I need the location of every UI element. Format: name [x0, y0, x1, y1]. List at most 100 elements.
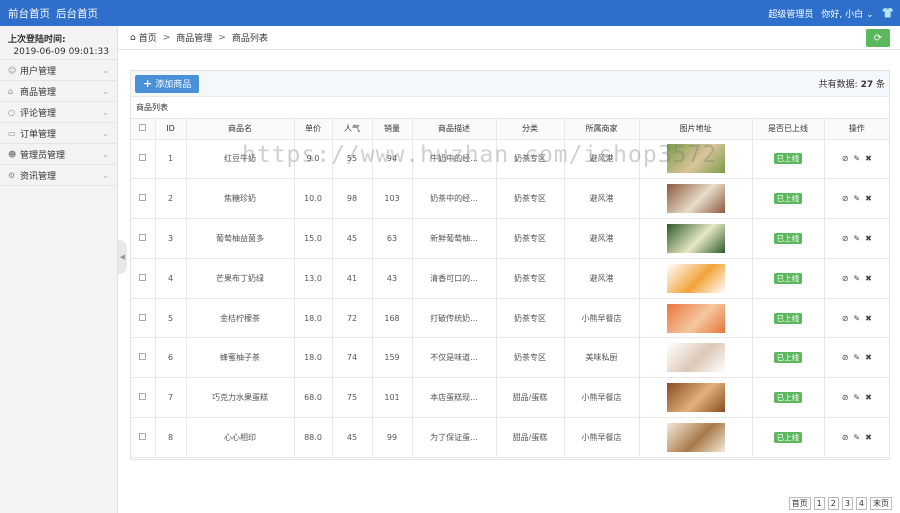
edit-pencil-icon[interactable]: ✎ [853, 194, 860, 203]
toggle-status-icon[interactable]: ⊘ [842, 234, 849, 243]
toggle-status-icon[interactable]: ⊘ [842, 433, 849, 442]
chevron-down-icon: ⌄ [866, 9, 874, 20]
front-home-link[interactable]: 前台首页 [8, 6, 50, 21]
cell-status: 已上线 [752, 417, 825, 458]
delete-trash-icon[interactable]: ✖ [865, 314, 872, 323]
cell-desc: 牛奶中的经... [412, 139, 497, 180]
cell-actions: ⊘ ✎ ✖ [824, 377, 889, 419]
delete-trash-icon[interactable]: ✖ [865, 234, 872, 243]
column-header: 单价 [294, 119, 333, 140]
sidebar-item-label: 订单管理 [20, 129, 57, 140]
status-badge: 已上线 [773, 392, 803, 404]
sidebar-item-3[interactable]: ▭ 订单管理 ⌄ [0, 123, 117, 144]
table-row: 2 焦糖珍奶 10.0 98 103 奶茶中的经... 奶茶专区 避风港 已上线 ⊘ ✎ ✖ [131, 178, 889, 220]
chevron-down-icon: ⌄ [102, 128, 109, 138]
row-actions: ⊘ ✎ ✖ [825, 234, 890, 243]
delete-trash-icon[interactable]: ✖ [865, 194, 872, 203]
sidebar-collapse-handle[interactable]: ◀ [118, 240, 127, 274]
row-checkbox[interactable] [139, 353, 147, 361]
cell-name: 巧克力水果蛋糕 [186, 377, 295, 419]
cell-id: 1 [155, 139, 187, 180]
cell-name: 红豆牛奶 [186, 139, 295, 180]
refresh-button[interactable]: ⟳ [866, 29, 890, 47]
breadcrumb-home[interactable]: 首页 [139, 31, 157, 44]
delete-trash-icon[interactable]: ✖ [865, 274, 872, 283]
product-thumbnail [666, 223, 725, 253]
user-menu[interactable]: 你好, 小白 ⌄ [821, 7, 873, 20]
row-checkbox[interactable] [139, 233, 147, 241]
edit-pencil-icon[interactable]: ✎ [853, 314, 860, 323]
row-actions: ⊘ ✎ ✖ [825, 353, 890, 362]
cell-image [639, 337, 753, 379]
row-checkbox[interactable] [139, 313, 147, 321]
toggle-status-icon[interactable]: ⊘ [842, 154, 849, 163]
cell-cat: 甜品/蛋糕 [496, 377, 565, 419]
triangle-left-icon: ◀ [119, 253, 126, 261]
sidebar-item-2[interactable]: ○ 评论管理 ⌄ [0, 102, 117, 123]
edit-pencil-icon[interactable]: ✎ [853, 274, 860, 283]
cell-id: 6 [155, 337, 187, 379]
pager-item-3[interactable]: 3 [841, 497, 853, 510]
tshirt-icon[interactable]: 👕 [882, 8, 894, 19]
table-row: 4 芒果布丁奶绿 13.0 41 43 清香可口的... 奶茶专区 避风港 已上线 ⊘ ✎ ✖ [131, 258, 889, 299]
sidebar-item-0[interactable]: ☺ 用户管理 ⌄ [0, 60, 117, 81]
cell-pop: 72 [332, 298, 373, 339]
toggle-status-icon[interactable]: ⊘ [842, 353, 849, 362]
cell-price: 9.0 [294, 139, 333, 180]
add-goods-button[interactable]: + 添加商品 [135, 74, 200, 93]
cell-sales: 63 [372, 218, 413, 259]
edit-pencil-icon[interactable]: ✎ [853, 433, 860, 442]
cell-cat: 奶茶专区 [496, 298, 565, 339]
cell-image [639, 218, 753, 259]
sidebar-item-1[interactable]: ⌂ 商品管理 ⌄ [0, 81, 117, 102]
delete-trash-icon[interactable]: ✖ [865, 353, 872, 362]
sidebar: 上次登陆时间: 2019-06-09 09:01:33 ☺ 用户管理 ⌄ ⌂ 商品管理 ⌄… [0, 26, 118, 513]
delete-trash-icon[interactable]: ✖ [865, 433, 872, 442]
cell-pop: 55 [332, 139, 373, 180]
row-checkbox[interactable] [139, 393, 147, 401]
edit-pencil-icon[interactable]: ✎ [853, 353, 860, 362]
column-header: 图片地址 [639, 119, 753, 140]
delete-trash-icon[interactable]: ✖ [865, 154, 872, 163]
pager-item-0[interactable]: 首页 [788, 497, 811, 510]
select-all-checkbox[interactable] [139, 124, 147, 132]
cell-id: 4 [155, 258, 187, 299]
toggle-status-icon[interactable]: ⊘ [842, 393, 849, 402]
toggle-status-icon[interactable]: ⊘ [842, 314, 849, 323]
cell-name: 焦糖珍奶 [186, 178, 295, 220]
pager-item-5[interactable]: 末页 [870, 497, 892, 510]
edit-pencil-icon[interactable]: ✎ [853, 154, 860, 163]
row-checkbox[interactable] [139, 194, 147, 202]
row-select-cell [131, 218, 156, 259]
chevron-down-icon: ⌄ [102, 86, 109, 96]
cell-price: 15.0 [294, 218, 333, 259]
sidebar-item-5[interactable]: ⚙ 资讯管理 ⌄ [0, 165, 117, 186]
pager-item-1[interactable]: 1 [813, 497, 825, 510]
row-select-cell [131, 337, 156, 379]
edit-pencil-icon[interactable]: ✎ [853, 393, 860, 402]
sidebar-item-4[interactable]: ☻ 管理员管理 ⌄ [0, 144, 117, 165]
admin-home-link[interactable]: 后台首页 [56, 6, 98, 21]
plus-icon: + [143, 77, 153, 90]
product-thumbnail [666, 422, 725, 452]
row-checkbox[interactable] [139, 432, 147, 440]
row-select-cell [131, 298, 156, 339]
cell-status: 已上线 [752, 178, 825, 220]
delete-trash-icon[interactable]: ✖ [865, 393, 872, 402]
cell-actions: ⊘ ✎ ✖ [824, 139, 889, 180]
pager-item-2[interactable]: 2 [827, 497, 839, 510]
breadcrumb-goods[interactable]: 商品管理 [176, 31, 212, 44]
row-checkbox[interactable] [139, 154, 147, 162]
toggle-status-icon[interactable]: ⊘ [842, 274, 849, 283]
pager-item-4[interactable]: 4 [855, 497, 867, 510]
toggle-status-icon[interactable]: ⊘ [842, 194, 849, 203]
cell-desc: 为了保证蛋... [412, 417, 497, 458]
cell-name: 芒果布丁奶绿 [186, 258, 295, 299]
add-goods-label: 添加商品 [155, 80, 192, 90]
sidebar-item-label: 用户管理 [20, 66, 57, 77]
edit-pencil-icon[interactable]: ✎ [853, 234, 860, 243]
breadcrumb-current: 商品列表 [231, 34, 268, 44]
cell-sales: 101 [372, 377, 413, 419]
cell-desc: 新鲜葡萄柚... [412, 218, 497, 259]
row-checkbox[interactable] [139, 273, 147, 281]
